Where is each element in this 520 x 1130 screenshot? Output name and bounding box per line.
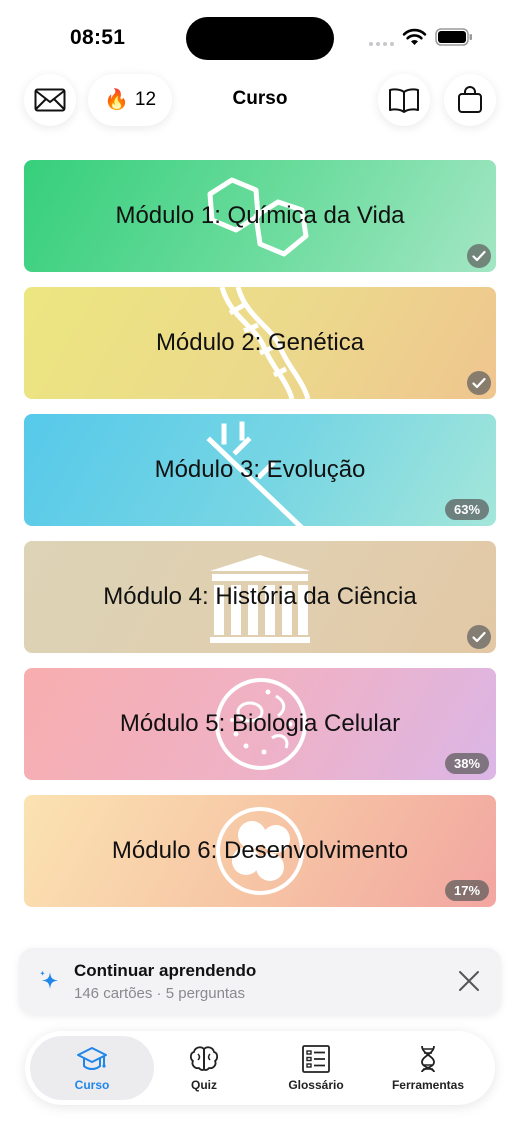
continue-learning-banner[interactable]: Continuar aprendendo 146 cartões · 5 per… <box>19 948 501 1014</box>
progress-badge: 63% <box>445 499 489 520</box>
brain-icon <box>189 1046 219 1071</box>
page-title: Curso <box>232 88 288 109</box>
progress-badge: 17% <box>445 880 489 901</box>
module-card-4[interactable]: Módulo 4: História da Ciência <box>24 541 496 653</box>
module-title: Módulo 1: Química da Vida <box>115 202 405 229</box>
graduation-cap-icon <box>77 1047 107 1070</box>
module-title: Módulo 2: Genética <box>155 329 365 356</box>
module-title: Módulo 6: Desenvolvimento <box>111 837 409 864</box>
tab-glossario[interactable]: Glossário <box>257 1036 375 1100</box>
cellular-signal-icon <box>369 42 394 46</box>
tab-label: Curso <box>74 1078 110 1092</box>
header: 🔥 12 Curso <box>0 74 520 128</box>
module-card-2[interactable]: Módulo 2: Genética <box>24 287 496 399</box>
status-bar: 08:51 <box>0 0 520 76</box>
module-card-5[interactable]: Módulo 5: Biologia Celular 38% <box>24 668 496 780</box>
tab-curso[interactable]: Curso <box>30 1036 154 1100</box>
module-card-6[interactable]: Módulo 6: Desenvolvimento 17% <box>24 795 496 907</box>
book-button[interactable] <box>378 74 430 126</box>
tab-ferramentas[interactable]: Ferramentas <box>369 1036 487 1100</box>
completed-check-icon <box>467 371 491 395</box>
completed-check-icon <box>467 244 491 268</box>
battery-icon <box>435 28 472 46</box>
wifi-icon <box>402 28 427 45</box>
status-time: 08:51 <box>70 26 126 49</box>
tab-bar: Curso Quiz Glossário Ferramentas <box>25 1031 495 1105</box>
sparkle-icon <box>40 970 58 989</box>
module-title: Módulo 5: Biologia Celular <box>119 710 401 737</box>
progress-badge: 38% <box>445 753 489 774</box>
shopping-bag-icon <box>458 86 482 113</box>
module-card-1[interactable]: Módulo 1: Química da Vida <box>24 160 496 272</box>
module-title: Módulo 3: Evolução <box>154 456 366 483</box>
list-icon <box>302 1045 330 1073</box>
tab-label: Ferramentas <box>391 1078 465 1092</box>
dna-icon <box>421 1045 435 1073</box>
shop-button[interactable] <box>444 74 496 126</box>
close-icon[interactable] <box>457 969 481 993</box>
module-list: Módulo 1: Química da Vida Módulo 2: Gené… <box>24 160 496 922</box>
continue-title: Continuar aprendendo <box>74 961 257 980</box>
book-icon <box>389 88 419 113</box>
tab-label: Quiz <box>191 1078 217 1092</box>
tab-quiz[interactable]: Quiz <box>145 1036 263 1100</box>
tab-label: Glossário <box>288 1078 344 1092</box>
module-card-3[interactable]: Módulo 3: Evolução 63% <box>24 414 496 526</box>
dynamic-island <box>186 17 334 60</box>
module-title: Módulo 4: História da Ciência <box>103 583 417 610</box>
continue-subtitle: 146 cartões · 5 perguntas <box>74 985 245 1002</box>
completed-check-icon <box>467 625 491 649</box>
